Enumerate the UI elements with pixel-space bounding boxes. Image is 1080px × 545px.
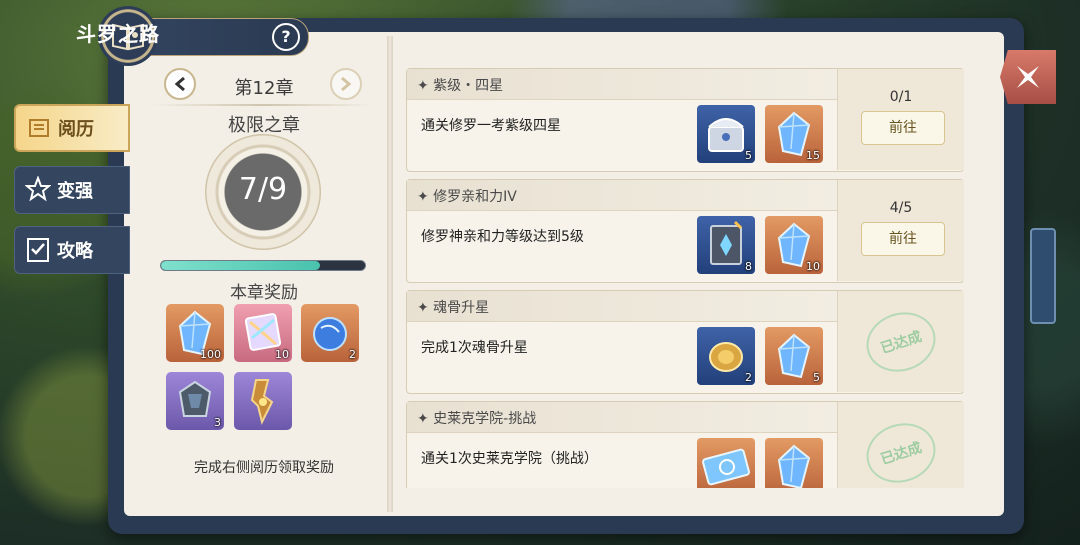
quest-reward-item[interactable]: 8 [697, 216, 755, 274]
completed-stamp-text: 已达成 [878, 328, 924, 358]
reward-hint: 完成右侧阅历领取奖励 [194, 460, 334, 476]
item-count: 5 [745, 149, 752, 162]
sidebar-tab-0[interactable]: 阅历 [14, 104, 130, 152]
quest-progress: 4/5 [889, 200, 913, 216]
page-handle [1030, 228, 1056, 324]
next-chapter-button[interactable] [330, 68, 362, 100]
star-arrow-icon [25, 176, 51, 202]
quest-status-panel: 已达成 [837, 291, 964, 392]
scroll-icon [29, 119, 49, 137]
sidebar-tab-label: 变强 [57, 181, 93, 202]
quest-card: ✦ 魂骨升星完成1次魂骨升星 2 5 已达成 [406, 290, 964, 394]
chapter-reward-item[interactable]: 10 [234, 304, 292, 362]
item-count: 3 [214, 416, 221, 429]
quest-description: 修罗神亲和力等级达到5级 [421, 229, 584, 245]
chapter-reward-item[interactable] [234, 372, 292, 430]
quest-card: ✦ 修罗亲和力IV 修罗神亲和力等级达到5级 8 10 4/5 前往 [406, 179, 964, 283]
quest-reward-item[interactable] [765, 438, 823, 488]
golden-key-icon [250, 379, 274, 425]
sidebar-tab-2[interactable]: 攻略 [14, 226, 130, 274]
quest-title: ✦ 紫级・四星 [417, 78, 504, 94]
quest-progress: 0/1 [889, 89, 913, 105]
quest-title: ✦ 修罗亲和力IV [417, 189, 517, 205]
close-icon [1017, 66, 1039, 88]
quest-list[interactable]: ✦ 紫级・四星通关修罗一考紫级四星 5 15 0/1 前往 ✦ 修罗亲和力IV 修罗神亲和力… [394, 68, 974, 488]
completed-stamp: 已达成 [858, 303, 944, 381]
quest-header: ✦ 史莱克学院-挑战 [407, 402, 837, 433]
quest-title: ✦ 史莱克学院-挑战 [417, 411, 537, 427]
chapter-nav: 第12章 [162, 68, 366, 102]
item-count: 10 [275, 348, 289, 361]
item-count: 2 [745, 371, 752, 384]
quest-reward-item[interactable]: 5 [697, 105, 755, 163]
chapter-progress-bar [160, 260, 366, 271]
chapter-progress-text: 7/9 [238, 172, 288, 207]
quest-header: ✦ 紫级・四星 [407, 69, 837, 100]
quest-header: ✦ 修罗亲和力IV [407, 180, 837, 211]
quest-card: ✦ 史莱克学院-挑战通关1次史莱克学院（挑战） 已达成 [406, 401, 964, 488]
blue-crystal-icon [777, 444, 811, 488]
item-count: 2 [349, 348, 356, 361]
quest-reward-item[interactable]: 10 [765, 216, 823, 274]
chapter-reward-item[interactable]: 100 [166, 304, 224, 362]
completed-stamp: 已达成 [858, 414, 944, 488]
item-count: 100 [200, 348, 221, 361]
quest-status-panel: 0/1 前往 [837, 69, 964, 170]
chapter-reward-item[interactable]: 3 [166, 372, 224, 430]
quest-reward-item[interactable]: 2 [697, 327, 755, 385]
quest-status-panel: 已达成 [837, 402, 964, 488]
sidebar-tab-1[interactable]: 变强 [14, 166, 130, 214]
close-button[interactable] [1000, 50, 1056, 104]
quest-card: ✦ 紫级・四星通关修罗一考紫级四星 5 15 0/1 前往 [406, 68, 964, 172]
divider [152, 104, 374, 106]
chapter-progress-ring: 7/9 [205, 134, 321, 250]
item-count: 10 [806, 260, 820, 273]
go-button[interactable]: 前往 [861, 222, 945, 256]
quest-header: ✦ 魂骨升星 [407, 291, 837, 322]
item-count: 8 [745, 260, 752, 273]
quest-reward-item[interactable]: 5 [765, 327, 823, 385]
chevron-left-icon [174, 76, 185, 92]
sidebar-tab-label: 攻略 [57, 241, 93, 262]
sidebar-tab-label: 阅历 [58, 119, 94, 140]
page-title: 斗罗之路 [76, 22, 160, 46]
quest-description: 完成1次魂骨升星 [421, 340, 528, 356]
chevron-right-icon [341, 76, 352, 92]
prev-chapter-button[interactable] [164, 68, 196, 100]
quest-status-panel: 4/5 前往 [837, 180, 964, 281]
quest-description: 通关修罗一考紫级四星 [421, 118, 561, 134]
quest-title: ✦ 魂骨升星 [417, 300, 490, 316]
quest-reward-item[interactable]: 15 [765, 105, 823, 163]
item-count: 15 [806, 149, 820, 162]
rewards-title: 本章奖励 [230, 283, 298, 303]
item-count: 5 [813, 371, 820, 384]
chapter-reward-item[interactable]: 2 [301, 304, 359, 362]
go-button[interactable]: 前往 [861, 111, 945, 145]
completed-stamp-text: 已达成 [878, 439, 924, 469]
chapter-progress-fill [161, 261, 321, 270]
quest-reward-item[interactable] [697, 438, 755, 488]
checklist-icon [27, 238, 49, 262]
help-button[interactable]: ? [272, 23, 300, 51]
book-spine [387, 36, 393, 512]
ice-ticket-icon [702, 448, 750, 486]
quest-description: 通关1次史莱克学院（挑战） [421, 451, 598, 467]
